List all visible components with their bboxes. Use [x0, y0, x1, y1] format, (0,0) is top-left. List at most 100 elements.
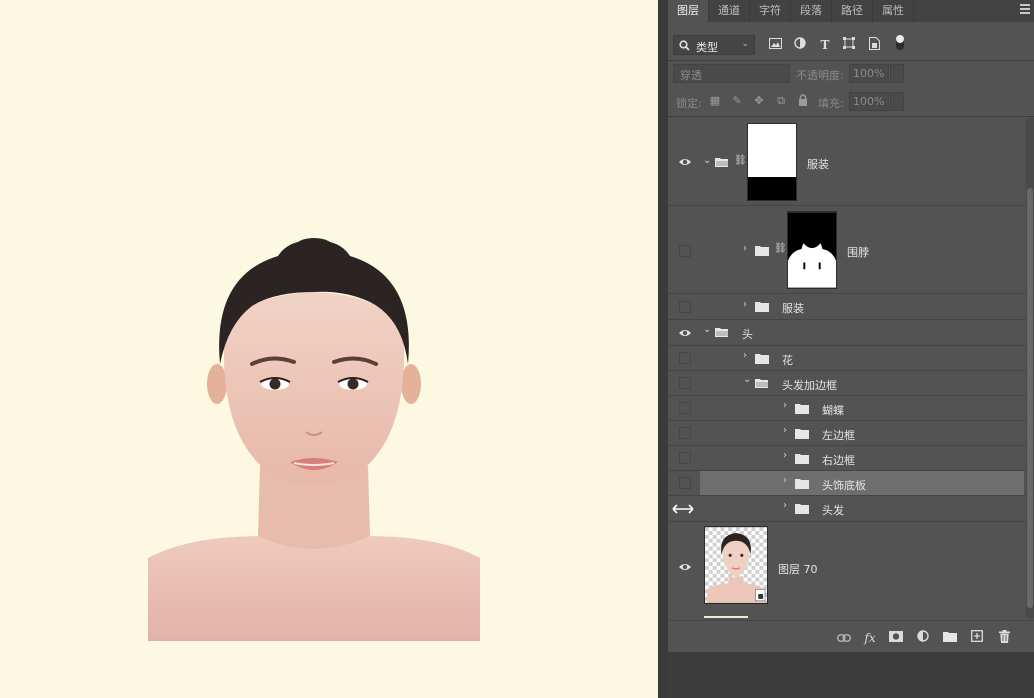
tab-paragraph[interactable]: 段落: [791, 0, 832, 22]
layer-name[interactable]: 花: [782, 352, 793, 368]
layers-panel-body: 图层 通道 字符 段落 路径 属性 类型 ⌄ T 穿透 不透明度: 100% 锁…: [668, 0, 1034, 652]
layer-name[interactable]: 蝴蝶: [822, 402, 844, 418]
chevron-right-icon[interactable]: ›: [783, 425, 787, 436]
layer-row[interactable]: ⌄ 头: [668, 320, 1026, 346]
blend-mode-select[interactable]: 穿透: [673, 64, 790, 83]
shape-filter-icon[interactable]: [841, 37, 857, 53]
trash-icon[interactable]: [996, 630, 1012, 646]
eye-icon[interactable]: [678, 157, 692, 167]
chevron-right-icon[interactable]: ›: [743, 350, 747, 361]
fx-icon[interactable]: fx: [862, 630, 878, 646]
lock-position-icon[interactable]: ✥: [752, 94, 766, 108]
layers-scrollbar[interactable]: [1026, 118, 1034, 618]
layer-row[interactable]: › 头发: [668, 496, 1026, 522]
chevron-down-icon[interactable]: ⌄: [703, 324, 711, 335]
visibility-toggle[interactable]: [679, 301, 691, 313]
visibility-toggle[interactable]: [679, 427, 691, 439]
loading-indicator: [704, 616, 748, 618]
folder-icon: [755, 354, 769, 364]
chain-link-icon[interactable]: ⛓: [774, 243, 787, 254]
fill-input[interactable]: 100%: [849, 92, 889, 111]
chain-link-icon[interactable]: ⛓: [734, 155, 747, 166]
layer-mask-thumbnail[interactable]: [747, 123, 797, 201]
eye-icon[interactable]: [678, 328, 692, 338]
lock-all-icon[interactable]: [796, 94, 810, 108]
text-filter-icon[interactable]: T: [817, 37, 833, 53]
layer-row[interactable]: › 花: [668, 346, 1026, 371]
visibility-toggle[interactable]: [679, 377, 691, 389]
folder-icon: [755, 246, 769, 256]
layer-row-selected[interactable]: › 头饰底板: [668, 471, 1026, 496]
add-mask-icon[interactable]: [888, 630, 904, 646]
layer-name[interactable]: 头发加边框: [782, 377, 837, 393]
lock-artboard-icon[interactable]: ⧉: [774, 94, 788, 108]
new-adjustment-icon[interactable]: [915, 630, 931, 646]
layer-name[interactable]: 围脖: [847, 244, 869, 260]
layer-thumbnail[interactable]: [704, 526, 768, 604]
chevron-down-icon[interactable]: ⌄: [703, 155, 711, 166]
portrait-image: [148, 238, 480, 641]
lock-label: 锁定:: [676, 97, 702, 110]
chevron-right-icon[interactable]: ›: [743, 243, 747, 254]
eye-icon[interactable]: [678, 562, 692, 572]
layer-row[interactable]: ⌄ ⛓ 服装: [668, 118, 1026, 206]
visibility-toggle[interactable]: [679, 452, 691, 464]
layer-mask-thumbnail[interactable]: [787, 211, 837, 289]
tab-layers[interactable]: 图层: [668, 0, 709, 22]
blend-row: 穿透 不透明度: 100%: [668, 62, 1034, 84]
layer-row[interactable]: › 右边框: [668, 446, 1026, 471]
search-icon: [679, 40, 690, 51]
opacity-dropdown[interactable]: [890, 64, 904, 83]
adjustment-filter-icon[interactable]: [792, 37, 808, 53]
layer-row[interactable]: › ⛓ 围脖: [668, 206, 1026, 294]
chevron-right-icon[interactable]: ›: [783, 450, 787, 461]
tab-channels[interactable]: 通道: [709, 0, 750, 22]
lock-transparent-icon[interactable]: ▦: [708, 94, 722, 108]
layer-list: ⌄ ⛓ 服装 › ⛓ 围脖 › 服装 ⌄ 头 › 花 ⌄ 头发加边框 › 蝴蝶 …: [668, 118, 1026, 618]
tab-paths[interactable]: 路径: [832, 0, 873, 22]
layer-row[interactable]: › 蝴蝶: [668, 396, 1026, 421]
chevron-right-icon[interactable]: ›: [783, 400, 787, 411]
chevron-right-icon[interactable]: ›: [743, 299, 747, 310]
layer-name[interactable]: 头: [742, 326, 753, 342]
layer-name[interactable]: 右边框: [822, 452, 855, 468]
folder-open-icon: [715, 158, 728, 167]
layer-name[interactable]: 图层 70: [778, 561, 818, 577]
tab-properties[interactable]: 属性: [873, 0, 914, 22]
layer-name[interactable]: 头发: [822, 502, 844, 518]
layer-name[interactable]: 头饰底板: [822, 477, 866, 493]
folder-icon: [795, 504, 809, 514]
new-group-icon[interactable]: [942, 630, 958, 646]
tab-character[interactable]: 字符: [750, 0, 791, 22]
filter-toggle[interactable]: [896, 35, 904, 50]
layer-name[interactable]: 服装: [782, 300, 804, 316]
opacity-input[interactable]: 100%: [849, 64, 889, 83]
visibility-toggle[interactable]: [679, 245, 691, 257]
lock-paint-icon[interactable]: ✎: [730, 94, 744, 108]
panel-menu-icon[interactable]: [1020, 4, 1030, 16]
layer-row[interactable]: › 服装: [668, 294, 1026, 320]
filter-kind-select[interactable]: 类型 ⌄: [673, 35, 755, 55]
folder-icon: [795, 404, 809, 414]
layer-row[interactable]: 图层 70: [668, 522, 1026, 614]
visibility-toggle[interactable]: [679, 352, 691, 364]
panel-gutter: [658, 0, 668, 698]
chevron-right-icon[interactable]: ›: [783, 500, 787, 511]
link-layers-icon[interactable]: [836, 630, 852, 646]
chevron-down-icon[interactable]: ⌄: [743, 374, 751, 385]
folder-icon: [795, 479, 809, 489]
visibility-toggle[interactable]: [679, 402, 691, 414]
layer-row[interactable]: ⌄ 头发加边框: [668, 371, 1026, 396]
filter-row: 类型 ⌄ T: [668, 30, 1034, 58]
layer-row[interactable]: › 左边框: [668, 421, 1026, 446]
chevron-right-icon[interactable]: ›: [783, 475, 787, 486]
layer-name[interactable]: 服装: [807, 156, 829, 172]
visibility-toggle[interactable]: [679, 477, 691, 489]
new-layer-icon[interactable]: [969, 630, 985, 646]
layer-name[interactable]: 左边框: [822, 427, 855, 443]
image-filter-icon[interactable]: [767, 37, 783, 53]
document-canvas[interactable]: [0, 0, 658, 698]
smart-object-filter-icon[interactable]: [866, 37, 882, 53]
scrollbar-thumb[interactable]: [1027, 188, 1033, 608]
fill-dropdown[interactable]: [890, 92, 904, 111]
